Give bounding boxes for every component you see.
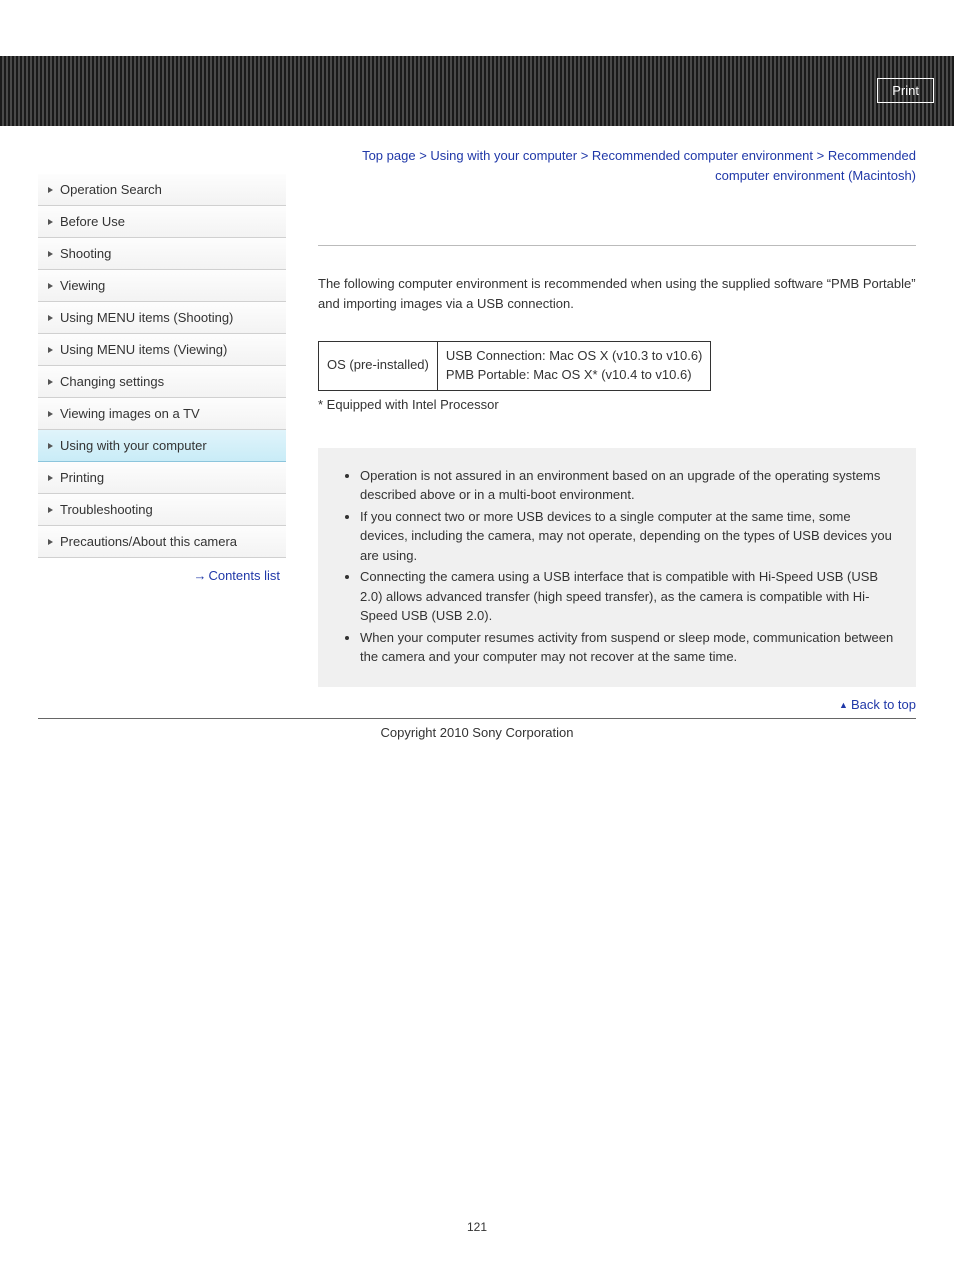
sidebar-item-9[interactable]: Printing xyxy=(38,462,286,494)
print-button[interactable]: Print xyxy=(877,78,934,103)
back-to-top-link[interactable]: Back to top xyxy=(318,697,916,712)
intro-paragraph: The following computer environment is re… xyxy=(318,274,916,313)
sidebar-item-10[interactable]: Troubleshooting xyxy=(38,494,286,526)
table-row: OS (pre-installed) USB Connection: Mac O… xyxy=(319,342,711,391)
sidebar-item-1[interactable]: Before Use xyxy=(38,206,286,238)
sidebar-item-2[interactable]: Shooting xyxy=(38,238,286,270)
contents-list-label: Contents list xyxy=(208,568,280,583)
page-number: 121 xyxy=(0,1220,954,1264)
contents-list-link[interactable]: → Contents list xyxy=(38,568,286,583)
sidebar-item-0[interactable]: Operation Search xyxy=(38,174,286,206)
note-item-2: Connecting the camera using a USB interf… xyxy=(360,567,896,626)
table-cell-label: OS (pre-installed) xyxy=(319,342,438,391)
page-container: Operation SearchBefore UseShootingViewin… xyxy=(0,126,954,712)
sidebar-item-7[interactable]: Viewing images on a TV xyxy=(38,398,286,430)
arrow-right-icon: → xyxy=(193,568,204,583)
breadcrumb-link-2[interactable]: Recommended computer environment xyxy=(592,148,813,163)
sidebar-item-4[interactable]: Using MENU items (Shooting) xyxy=(38,302,286,334)
main-content: Top page > Using with your computer > Re… xyxy=(318,146,916,712)
sidebar-item-3[interactable]: Viewing xyxy=(38,270,286,302)
table-footnote: * Equipped with Intel Processor xyxy=(318,397,916,412)
note-item-1: If you connect two or more USB devices t… xyxy=(360,507,896,566)
copyright-text: Copyright 2010 Sony Corporation xyxy=(38,718,916,740)
sidebar-item-6[interactable]: Changing settings xyxy=(38,366,286,398)
sidebar-item-11[interactable]: Precautions/About this camera xyxy=(38,526,286,558)
breadcrumb-link-0[interactable]: Top page xyxy=(362,148,416,163)
note-item-3: When your computer resumes activity from… xyxy=(360,628,896,667)
sidebar-nav: Operation SearchBefore UseShootingViewin… xyxy=(38,174,286,712)
table-cell-value: USB Connection: Mac OS X (v10.3 to v10.6… xyxy=(437,342,711,391)
requirements-table: OS (pre-installed) USB Connection: Mac O… xyxy=(318,341,711,391)
sidebar-item-8[interactable]: Using with your computer xyxy=(38,430,286,462)
notes-box: Operation is not assured in an environme… xyxy=(318,448,916,687)
sidebar-item-5[interactable]: Using MENU items (Viewing) xyxy=(38,334,286,366)
breadcrumb: Top page > Using with your computer > Re… xyxy=(318,146,916,185)
note-item-0: Operation is not assured in an environme… xyxy=(360,466,896,505)
breadcrumb-link-1[interactable]: Using with your computer xyxy=(430,148,577,163)
divider xyxy=(318,245,916,246)
header-banner: Print xyxy=(0,56,954,126)
